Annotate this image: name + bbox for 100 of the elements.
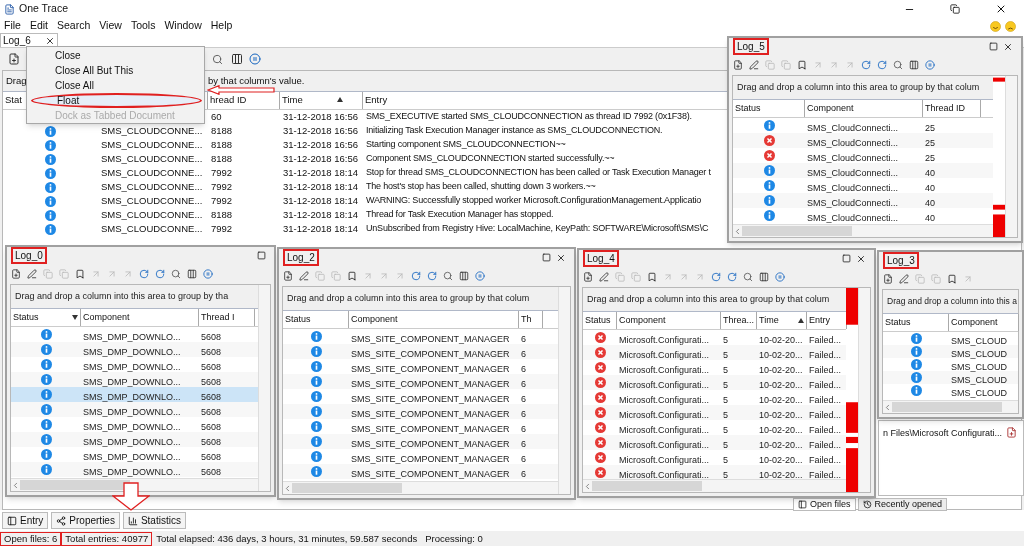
search-icon[interactable] — [171, 269, 181, 279]
column-header[interactable]: Component — [349, 311, 519, 328]
menu-item[interactable]: Float — [31, 93, 202, 108]
columns-icon[interactable] — [759, 272, 769, 282]
pause-icon[interactable] — [775, 272, 785, 282]
column-header[interactable]: Component — [805, 100, 923, 117]
table-row[interactable]: Microsoft.Configurati... 5 10-02-20... Failed... — [583, 435, 846, 450]
chevron-left-icon[interactable] — [283, 483, 292, 493]
table-row[interactable]: SMS_DMP_DOWNLO... 5608 — [11, 462, 258, 477]
column-header[interactable]: Time — [282, 92, 343, 107]
columns-icon[interactable] — [231, 53, 243, 65]
tool-tab[interactable]: Properties — [51, 512, 120, 529]
column-header[interactable]: Status — [283, 311, 349, 328]
restore-icon[interactable] — [950, 4, 960, 14]
menu-item[interactable]: Search — [57, 18, 91, 34]
column-header[interactable]: Status — [583, 312, 617, 329]
menu-item[interactable]: Tools — [130, 18, 156, 34]
bookmark-icon[interactable] — [347, 271, 357, 281]
chevron-left-icon[interactable] — [583, 481, 592, 491]
table-row[interactable]: SMS_CLOUD — [883, 345, 1018, 358]
table-row[interactable]: SMS_CloudConnecti... 40 — [733, 163, 993, 178]
horizontal-scrollbar[interactable] — [883, 400, 1018, 413]
close-icon[interactable] — [1003, 41, 1013, 52]
refresh-icon[interactable] — [155, 269, 165, 279]
pane-tab[interactable]: Recently opened — [857, 498, 948, 511]
bookmark-icon[interactable] — [947, 274, 957, 284]
pause-icon[interactable] — [249, 53, 261, 65]
tool-tab[interactable]: Entry — [2, 512, 49, 529]
file-icon[interactable] — [1006, 427, 1018, 438]
column-header[interactable]: Status — [883, 314, 949, 331]
table-row[interactable]: SMS_DMP_DOWNLO... 5608 — [11, 372, 258, 387]
table-row[interactable]: SMS_DMP_DOWNLO... 5608 — [11, 432, 258, 447]
pause-icon[interactable] — [203, 269, 213, 279]
column-header[interactable]: Time — [757, 312, 807, 329]
menu-item[interactable]: Close — [31, 48, 202, 63]
frown-icon[interactable] — [1005, 20, 1016, 32]
table-row[interactable]: SMS_CloudConnecti... 40 — [733, 193, 993, 208]
bookmark-icon[interactable] — [647, 272, 657, 282]
refresh-icon[interactable] — [411, 271, 421, 281]
table-row[interactable]: SMS_DMP_DOWNLO... 5608 — [11, 387, 258, 402]
sort-icon[interactable] — [336, 97, 343, 103]
pen-icon[interactable] — [899, 274, 909, 284]
menu-item[interactable]: Edit — [29, 18, 48, 34]
column-header[interactable]: Status — [11, 309, 81, 326]
column-header[interactable]: Thread I — [199, 309, 255, 326]
columns-icon[interactable] — [459, 271, 469, 281]
add-file-icon[interactable] — [733, 60, 743, 70]
pen-icon[interactable] — [299, 271, 309, 281]
pen-icon[interactable] — [749, 60, 759, 70]
maximize-icon[interactable] — [842, 254, 851, 263]
table-row[interactable]: SMS_SITE_COMPONENT_MANAGER 6 — [283, 344, 558, 359]
refresh-icon[interactable] — [861, 60, 871, 70]
file-path[interactable]: n Files\Microsoft Configurati... — [883, 427, 1003, 441]
table-row[interactable]: SMS_CloudConnecti... 25 — [733, 133, 993, 148]
table-row[interactable]: SMS_SITE_COMPONENT_MANAGER 6 — [283, 404, 558, 419]
chevron-left-icon[interactable] — [11, 480, 20, 490]
column-header[interactable]: Stat — [5, 92, 22, 107]
tool-tab[interactable]: Statistics — [122, 512, 186, 529]
refresh-icon[interactable] — [727, 272, 737, 282]
add-file-icon[interactable] — [883, 274, 893, 284]
horizontal-scrollbar[interactable] — [733, 224, 993, 237]
chevron-left-icon[interactable] — [883, 402, 892, 412]
menu-item[interactable]: View — [99, 18, 122, 34]
pause-icon[interactable] — [475, 271, 485, 281]
columns-icon[interactable] — [187, 269, 197, 279]
table-row[interactable]: SMS_DMP_DOWNLO... 5608 — [11, 342, 258, 357]
columns-icon[interactable] — [909, 60, 919, 70]
search-icon[interactable] — [212, 53, 223, 65]
column-header[interactable]: Component — [81, 309, 199, 326]
pen-icon[interactable] — [27, 269, 37, 279]
column-header[interactable]: hread ID — [210, 92, 247, 107]
close-icon[interactable] — [995, 3, 1007, 15]
document-tab[interactable]: Log_6 — [0, 33, 58, 47]
sort-icon[interactable] — [798, 318, 804, 323]
search-icon[interactable] — [743, 272, 753, 282]
refresh-icon[interactable] — [139, 269, 149, 279]
horizontal-scrollbar[interactable] — [583, 479, 846, 492]
table-row[interactable]: SMS_SITE_COMPONENT_MANAGER 6 — [283, 434, 558, 449]
pen-icon[interactable] — [599, 272, 609, 282]
table-row[interactable]: Microsoft.Configurati... 5 10-02-20... Failed... — [583, 345, 846, 360]
refresh-icon[interactable] — [711, 272, 721, 282]
table-row[interactable]: Microsoft.Configurati... 5 10-02-20... Failed... — [583, 375, 846, 390]
bookmark-icon[interactable] — [75, 269, 85, 279]
horizontal-scrollbar[interactable] — [283, 481, 558, 494]
horizontal-scrollbar[interactable] — [11, 478, 258, 491]
search-icon[interactable] — [893, 60, 903, 70]
add-file-icon[interactable] — [583, 272, 593, 282]
column-header[interactable]: Threa... — [721, 312, 757, 329]
sort-icon[interactable] — [72, 315, 78, 320]
add-file-icon[interactable] — [283, 271, 293, 281]
close-icon[interactable] — [45, 35, 55, 46]
refresh-icon[interactable] — [427, 271, 437, 281]
pause-icon[interactable] — [925, 60, 935, 70]
table-row[interactable]: SMS_SITE_COMPONENT_MANAGER 6 — [283, 464, 558, 479]
column-header[interactable]: Status — [733, 100, 805, 117]
add-file-icon[interactable] — [8, 53, 20, 65]
search-icon[interactable] — [443, 271, 453, 281]
table-row[interactable]: SMS_DMP_DOWNLO... 5608 — [11, 402, 258, 417]
close-icon[interactable] — [556, 252, 566, 263]
vertical-scrollbar[interactable] — [258, 285, 270, 491]
